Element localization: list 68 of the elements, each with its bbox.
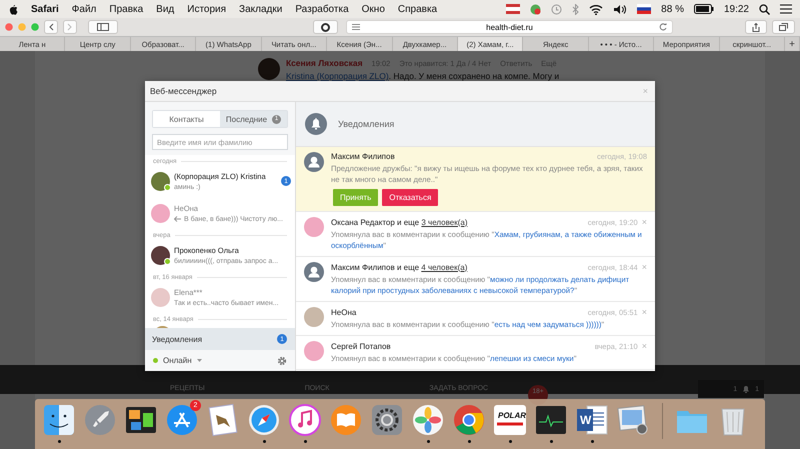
chrome-icon[interactable]: [452, 403, 486, 437]
gear-icon[interactable]: [370, 403, 404, 437]
menu-item[interactable]: История: [187, 4, 226, 14]
apple-icon: [8, 3, 18, 15]
others-link[interactable]: 4 человек(а): [421, 262, 468, 272]
avatar-photo: [151, 288, 170, 306]
user-name[interactable]: Оксана Редактор: [331, 218, 395, 226]
menu-item[interactable]: Справка: [398, 4, 438, 14]
flag-icon[interactable]: [637, 4, 652, 14]
others-text: и еще: [397, 218, 420, 226]
panel-title: Уведомления: [338, 119, 394, 129]
battery-level[interactable]: 88 %: [661, 4, 684, 14]
menu-item[interactable]: Правка: [109, 4, 144, 14]
music-note-icon[interactable]: [288, 403, 322, 437]
ring-icon: [321, 22, 330, 32]
user-name[interactable]: НеОна: [331, 308, 356, 316]
settings-icon[interactable]: [277, 356, 287, 366]
volume-icon[interactable]: [613, 4, 628, 14]
flag-icon[interactable]: [506, 4, 520, 14]
user-name[interactable]: Максим Филипов: [331, 152, 395, 161]
clock-time[interactable]: 19:22: [724, 4, 749, 14]
others-link[interactable]: 3 человек(а): [421, 218, 468, 226]
menu-item[interactable]: Закладки: [239, 4, 282, 14]
heart-monitor-icon[interactable]: [534, 403, 568, 437]
flower-icon[interactable]: [411, 403, 445, 437]
polar-logo[interactable]: POLAR: [493, 403, 527, 437]
menu-item[interactable]: Разработка: [295, 4, 349, 14]
wifi-icon[interactable]: [589, 4, 604, 14]
bell-icon: [742, 385, 750, 393]
blocked-icon[interactable]: [530, 4, 542, 14]
url-text: health-diet.ru: [486, 22, 533, 32]
messenger-tab[interactable]: Контакты: [153, 111, 220, 127]
others-text: и еще: [396, 262, 420, 272]
avatar-photo: [151, 204, 170, 222]
tabs-icon: [779, 23, 788, 31]
face-icon[interactable]: [42, 403, 76, 437]
extension-button[interactable]: [313, 20, 338, 34]
share-button[interactable]: [745, 20, 767, 34]
compass-icon[interactable]: [247, 403, 281, 437]
address-bar[interactable]: health-diet.ru: [346, 20, 673, 34]
list-icon[interactable]: [780, 4, 792, 14]
user-name[interactable]: Сергей Потапов: [331, 342, 391, 350]
logo-text: POLAR: [498, 411, 526, 420]
status-dropdown[interactable]: Онлайн: [163, 356, 192, 365]
share-icon: [752, 22, 760, 32]
photo-viewer-icon[interactable]: [616, 403, 650, 437]
menu-item[interactable]: Вид: [156, 4, 174, 14]
menu-item[interactable]: Окно: [362, 4, 385, 14]
app-menu[interactable]: Safari: [31, 4, 59, 14]
search-icon[interactable]: [759, 4, 770, 14]
decline-button[interactable]: Отказаться: [382, 189, 438, 206]
reader-icon: [352, 24, 360, 30]
messenger-title: Веб-мессенджер: [150, 86, 217, 96]
comment-text: Kristina (Корпорация ZLO). Надо. У меня сохранено на компе. Могу и: [286, 71, 560, 81]
chevron-left-icon: [48, 23, 54, 31]
reload-icon[interactable]: [658, 23, 667, 31]
back-button[interactable]: [44, 20, 58, 34]
user-name[interactable]: Максим Филипов: [331, 262, 395, 272]
tabs-button[interactable]: [772, 20, 795, 34]
caret-icon: [196, 359, 202, 362]
sidebar-button[interactable]: [88, 20, 118, 34]
menu-item[interactable]: Файл: [72, 4, 96, 14]
bell-icon: [305, 113, 327, 135]
chevron-right-icon: [67, 23, 73, 31]
book-icon[interactable]: [329, 403, 363, 437]
logo-text: W: [580, 413, 592, 427]
battery-icon[interactable]: [694, 4, 714, 14]
sidebar-icon: [97, 23, 109, 31]
